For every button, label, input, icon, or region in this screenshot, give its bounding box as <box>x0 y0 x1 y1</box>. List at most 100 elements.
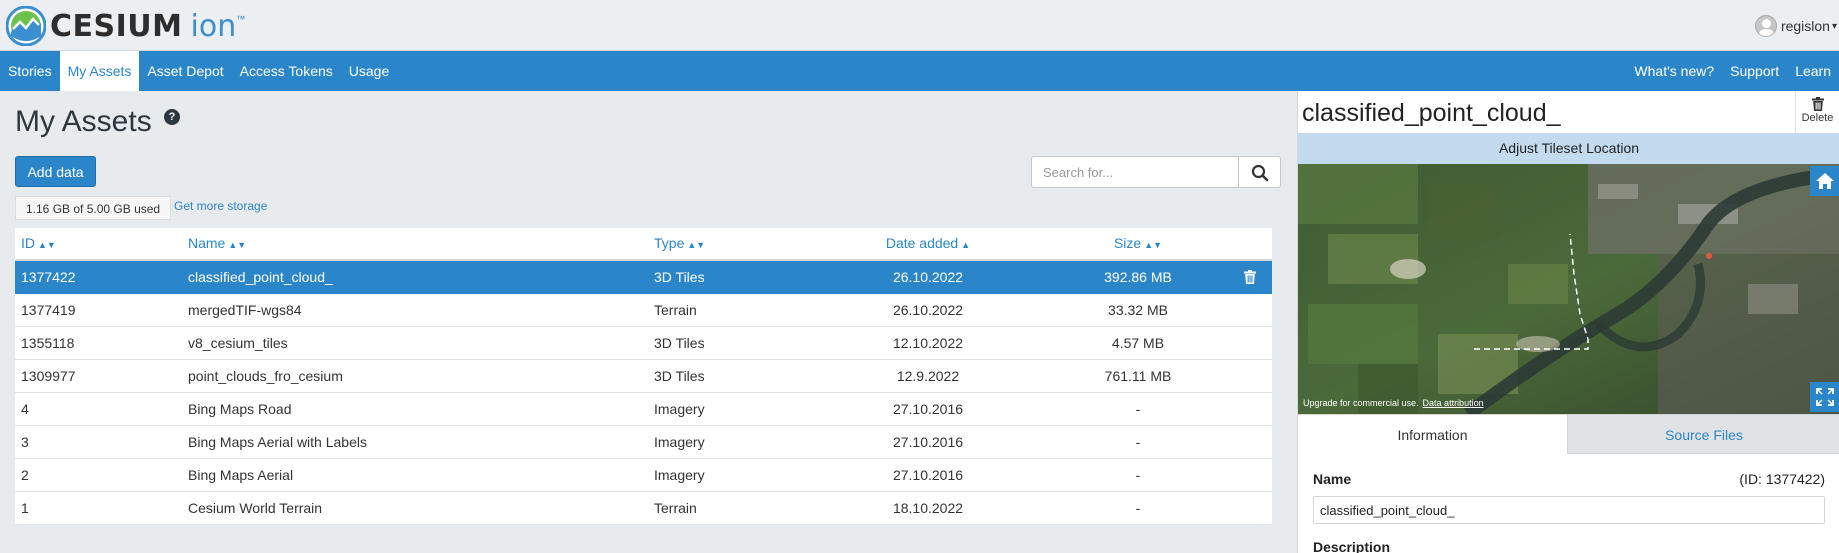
cell-id: 1377422 <box>21 269 76 285</box>
fullscreen-button[interactable] <box>1810 382 1839 412</box>
cell-type: 3D Tiles <box>654 368 705 384</box>
help-icon[interactable]: ? <box>164 109 180 125</box>
aerial-imagery <box>1298 164 1839 414</box>
column-header-size[interactable]: Size ▲▼ <box>1048 228 1228 259</box>
table-row[interactable]: 1377419 mergedTIF-wgs84 Terrain 26.10.20… <box>15 294 1272 327</box>
column-header-type[interactable]: Type ▲▼ <box>648 228 808 259</box>
user-name: regislon <box>1780 18 1830 34</box>
caret-down-icon: ▾ <box>1831 20 1837 32</box>
cell-size: - <box>1135 434 1141 450</box>
cell-id: 4 <box>21 401 29 417</box>
cell-type: 3D Tiles <box>654 269 705 285</box>
cell-date: 27.10.2016 <box>892 467 964 483</box>
trash-icon <box>1811 97 1824 111</box>
delete-asset-button[interactable]: Delete <box>1795 91 1839 133</box>
globe-viewer[interactable]: Upgrade for commercial use. Data attribut… <box>1298 164 1839 414</box>
cell-id: 2 <box>21 467 29 483</box>
nav-usage[interactable]: Usage <box>341 51 397 91</box>
nav-whats-new[interactable]: What's new? <box>1626 51 1722 91</box>
tab-source-files[interactable]: Source Files <box>1567 414 1839 454</box>
detail-tabs: Information Source Files <box>1298 414 1839 454</box>
cell-id: 1355118 <box>21 335 75 351</box>
nav-access-tokens[interactable]: Access Tokens <box>232 51 341 91</box>
table-row[interactable]: 2 Bing Maps Aerial Imagery 27.10.2016 - <box>15 459 1272 492</box>
home-view-button[interactable] <box>1810 166 1839 196</box>
assets-panel: My Assets ? Add data 1.16 GB of 5.00 GB … <box>0 91 1296 553</box>
cell-name: Bing Maps Aerial with Labels <box>188 434 367 450</box>
top-header: CESIUM ion ™ regislon ▾ <box>0 0 1839 51</box>
avatar-icon <box>1754 15 1777 37</box>
cell-type: Imagery <box>654 434 705 450</box>
cell-type: Imagery <box>654 401 705 417</box>
cell-name: point_clouds_fro_cesium <box>188 368 343 384</box>
nav-learn[interactable]: Learn <box>1787 51 1839 91</box>
nav-support[interactable]: Support <box>1722 51 1787 91</box>
cesium-logo-icon <box>6 6 46 46</box>
storage-usage: 1.16 GB of 5.00 GB used <box>15 196 172 220</box>
user-menu[interactable]: regislon ▾ <box>1754 15 1837 37</box>
cell-name: Bing Maps Aerial <box>188 467 294 483</box>
cell-name: Bing Maps Road <box>188 401 292 417</box>
cell-type: Imagery <box>654 467 705 483</box>
cell-size: 4.57 MB <box>1111 335 1165 351</box>
sort-icon: ▲▼ <box>38 240 56 250</box>
search-button[interactable] <box>1238 156 1281 188</box>
data-attribution-link[interactable]: Data attribution <box>1423 398 1484 408</box>
cell-size: - <box>1135 467 1141 483</box>
sort-icon: ▲▼ <box>687 240 706 250</box>
home-icon <box>1816 173 1834 189</box>
viewer-credits: Upgrade for commercial use. Data attribut… <box>1303 398 1484 408</box>
table-row[interactable]: 4 Bing Maps Road Imagery 27.10.2016 - <box>15 393 1272 426</box>
table-row[interactable]: 1377422 classified_point_cloud_ 3D Tiles… <box>15 261 1272 294</box>
cell-name: Cesium World Terrain <box>188 500 323 516</box>
main-nav: Stories My Assets Asset Depot Access Tok… <box>0 51 1839 91</box>
search-icon <box>1251 164 1269 182</box>
table-row[interactable]: 1 Cesium World Terrain Terrain 18.10.202… <box>15 492 1272 525</box>
asset-title: classified_point_cloud_ <box>1302 99 1561 127</box>
adjust-tileset-location-button[interactable]: Adjust Tileset Location <box>1298 133 1839 164</box>
table-row[interactable]: 3 Bing Maps Aerial with Labels Imagery 2… <box>15 426 1272 459</box>
cell-id: 1309977 <box>21 368 76 384</box>
cell-id: 1377419 <box>21 302 76 318</box>
nav-stories[interactable]: Stories <box>0 51 60 91</box>
cell-size: 761.11 MB <box>1104 368 1172 384</box>
logo-trademark: ™ <box>236 14 246 24</box>
column-header-date[interactable]: Date added ▲ <box>808 228 1048 259</box>
cell-size: 392.86 MB <box>1104 269 1172 285</box>
cell-name: mergedTIF-wgs84 <box>188 302 302 318</box>
column-header-id[interactable]: ID ▲▼ <box>15 228 182 259</box>
cell-date: 12.9.2022 <box>896 368 960 384</box>
row-delete-button[interactable] <box>1228 261 1272 293</box>
cell-size: 33.32 MB <box>1108 302 1168 318</box>
cesium-ion-logo[interactable]: CESIUM ion ™ <box>6 6 245 46</box>
assets-table: ID ▲▼ Name ▲▼ Type ▲▼ Date added ▲ Size ▲▼ 13… <box>15 228 1272 525</box>
cell-name: v8_cesium_tiles <box>188 335 288 351</box>
table-row[interactable]: 1355118 v8_cesium_tiles 3D Tiles 12.10.2… <box>15 327 1272 360</box>
cell-date: 26.10.2022 <box>892 302 964 318</box>
sort-asc-icon: ▲ <box>961 240 971 250</box>
nav-my-assets[interactable]: My Assets <box>59 51 140 91</box>
get-more-storage-link[interactable]: Get more storage <box>174 199 267 213</box>
name-label: Name <box>1313 471 1352 487</box>
table-header: ID ▲▼ Name ▲▼ Type ▲▼ Date added ▲ Size ▲▼ <box>15 228 1272 261</box>
column-header-name[interactable]: Name ▲▼ <box>182 228 648 259</box>
add-data-button[interactable]: Add data <box>15 156 96 187</box>
asset-name-input[interactable] <box>1313 496 1825 524</box>
tab-information[interactable]: Information <box>1298 414 1567 454</box>
logo-text: CESIUM <box>50 8 183 44</box>
logo-ion: ion <box>190 8 237 44</box>
cell-date: 27.10.2016 <box>892 434 964 450</box>
cell-type: Terrain <box>654 302 697 318</box>
search-input[interactable] <box>1031 156 1238 188</box>
cell-date: 18.10.2022 <box>892 500 964 516</box>
cell-date: 12.10.2022 <box>892 335 964 351</box>
sort-icon: ▲▼ <box>228 240 247 250</box>
cell-type: Terrain <box>654 500 697 516</box>
cell-size: - <box>1135 500 1141 516</box>
nav-asset-depot[interactable]: Asset Depot <box>139 51 231 91</box>
asset-id: (ID: 1377422) <box>1739 471 1825 487</box>
trash-icon <box>1244 270 1256 284</box>
page-title: My Assets <box>15 105 152 138</box>
table-row[interactable]: 1309977 point_clouds_fro_cesium 3D Tiles… <box>15 360 1272 393</box>
sort-icon: ▲▼ <box>1144 240 1163 250</box>
